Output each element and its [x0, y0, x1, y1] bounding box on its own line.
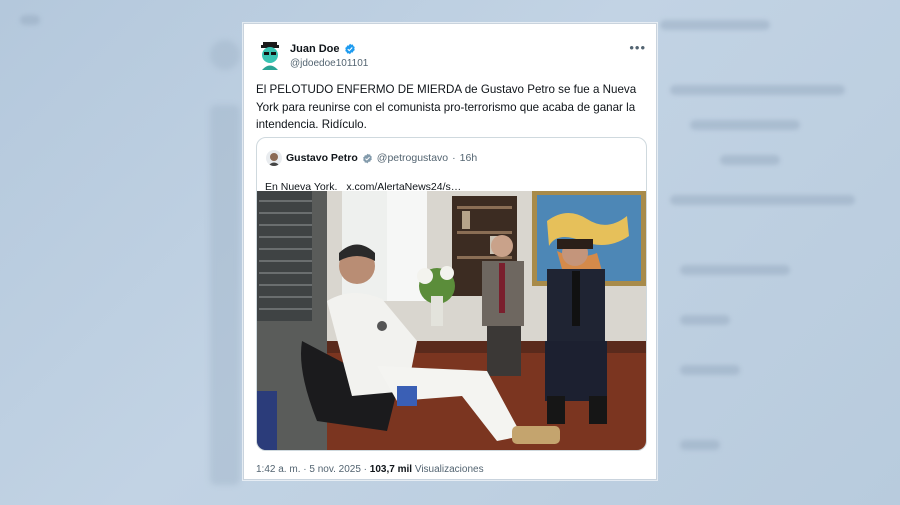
tweet-text: El PELOTUDO ENFERMO DE MIERDA de Gustavo…	[256, 83, 637, 131]
avatar[interactable]	[258, 42, 282, 70]
quoted-avatar[interactable]	[266, 150, 282, 166]
author-handle[interactable]: @jdoedoe101101	[290, 58, 368, 69]
separator-dot: ·	[452, 152, 456, 164]
author-name[interactable]: Juan Doe	[290, 43, 340, 55]
quoted-time[interactable]: 16h	[460, 152, 478, 164]
verified-badge-icon	[344, 43, 355, 55]
tweet-date[interactable]: 5 nov. 2025	[309, 464, 361, 475]
quoted-photo[interactable]	[257, 191, 646, 450]
tweet-card[interactable]: Juan Doe @jdoedoe101101 ••• El PELOTUDO …	[243, 23, 657, 480]
verified-badge-icon	[362, 153, 372, 163]
author-name-row: Juan Doe	[290, 43, 356, 55]
tweet-meta: 1:42 a. m. · 5 nov. 2025 · 103,7 mil Vis…	[256, 464, 484, 475]
tweet-time[interactable]: 1:42 a. m.	[256, 464, 300, 475]
views-label: Visualizaciones	[414, 464, 484, 475]
quoted-tweet[interactable]: Gustavo Petro @petrogustavo · 16h En Nue…	[256, 137, 647, 451]
views-count: 103,7 mil	[369, 464, 413, 475]
quoted-tweet-header: Gustavo Petro @petrogustavo · 16h	[266, 150, 477, 166]
more-horizontal-icon[interactable]: •••	[629, 40, 646, 55]
quoted-author-name[interactable]: Gustavo Petro	[286, 152, 358, 164]
quoted-author-handle[interactable]: @petrogustavo	[377, 152, 448, 164]
